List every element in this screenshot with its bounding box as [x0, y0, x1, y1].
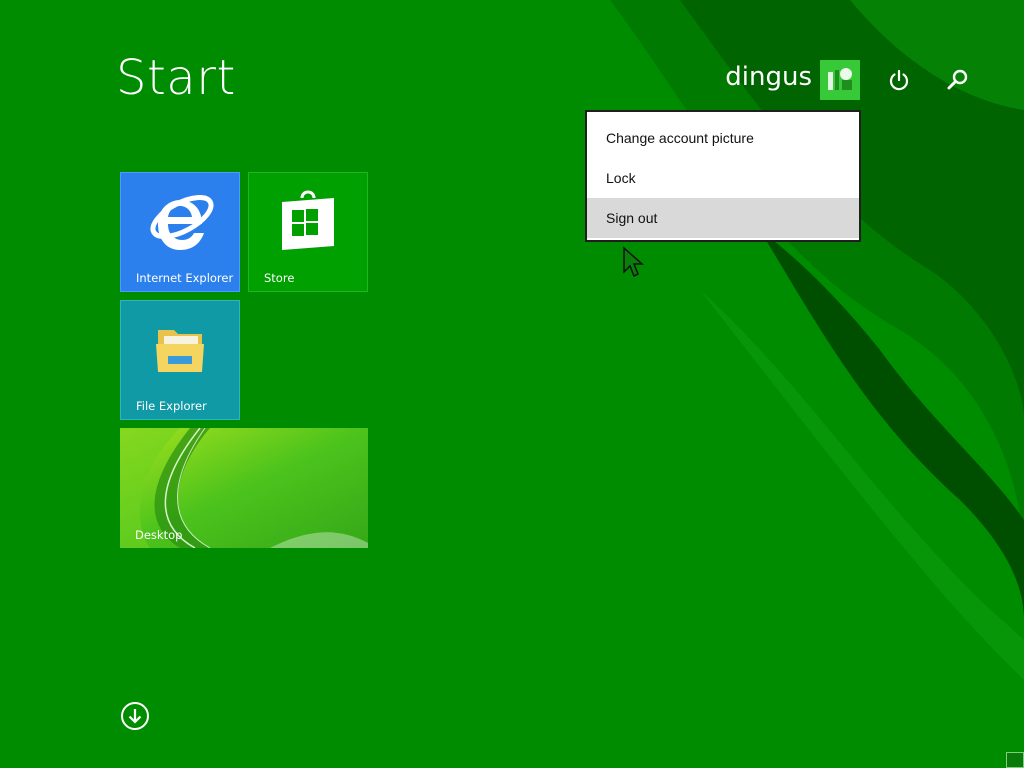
- search-button[interactable]: [944, 66, 972, 94]
- apps-view-button[interactable]: [120, 701, 150, 731]
- arrow-down-circle-icon: [121, 702, 149, 730]
- tile-store[interactable]: Store: [248, 172, 368, 292]
- tile-internet-explorer[interactable]: Internet Explorer: [120, 172, 240, 292]
- semantic-zoom-button[interactable]: [1006, 752, 1024, 768]
- tile-file-explorer[interactable]: File Explorer: [120, 300, 240, 420]
- menu-item-change-account-picture[interactable]: Change account picture: [587, 118, 859, 158]
- menu-item-lock[interactable]: Lock: [587, 158, 859, 198]
- power-icon: [889, 69, 909, 91]
- tile-desktop[interactable]: Desktop: [120, 428, 368, 548]
- tile-label: Store: [264, 271, 295, 285]
- menu-item-sign-out[interactable]: Sign out: [587, 198, 859, 238]
- tile-label: Internet Explorer: [136, 271, 234, 285]
- start-screen: Start dingus Internet Explorer Store Fil…: [0, 0, 1024, 768]
- page-title: Start: [116, 50, 236, 106]
- mouse-cursor: [623, 246, 644, 278]
- search-icon: [947, 69, 968, 90]
- tile-label: File Explorer: [136, 399, 207, 413]
- user-name[interactable]: dingus: [725, 62, 812, 92]
- power-button[interactable]: [885, 66, 913, 94]
- user-avatar[interactable]: [820, 60, 860, 100]
- account-menu: Change account picture Lock Sign out: [585, 110, 861, 242]
- tile-label: Desktop: [135, 528, 183, 542]
